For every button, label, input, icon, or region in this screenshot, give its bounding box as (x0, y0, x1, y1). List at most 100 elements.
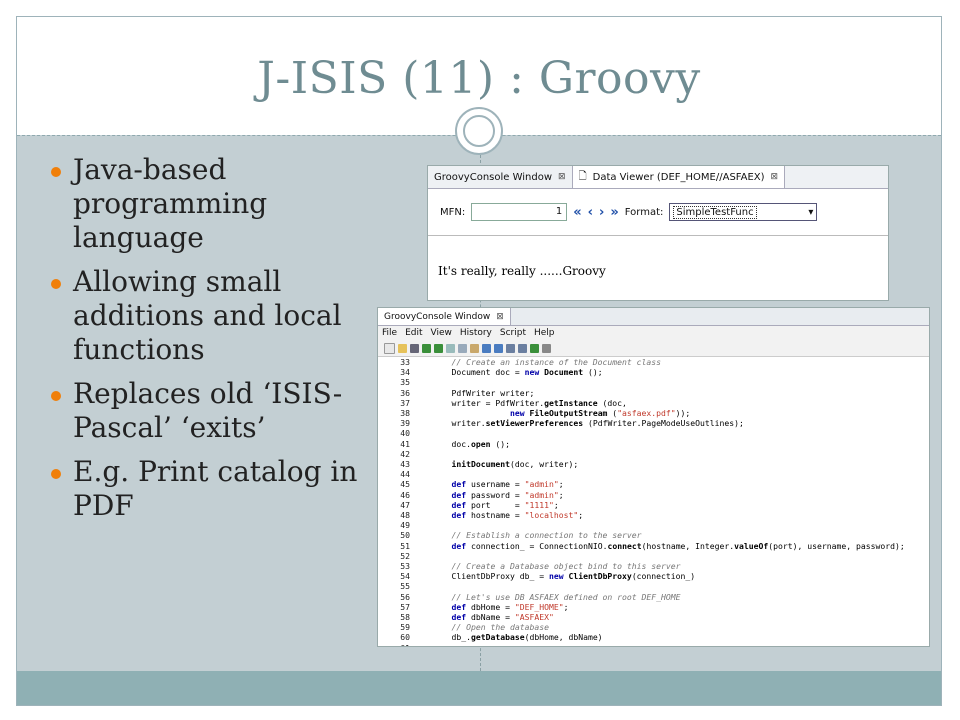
last-record-icon[interactable]: » (610, 205, 618, 220)
menu-bar: File Edit View History Script Help (378, 326, 929, 340)
footer-band (17, 671, 941, 705)
run-script-icon[interactable] (530, 343, 539, 353)
next-record-icon[interactable]: › (599, 205, 604, 220)
save-icon[interactable] (410, 343, 419, 353)
first-record-icon[interactable]: « (573, 205, 581, 220)
previous-record-icon[interactable]: ‹ (588, 205, 593, 220)
code-line: 51 def connection_ = ConnectionNIO.conne… (378, 541, 929, 551)
bullet-item: Java-based programming language (51, 153, 371, 255)
code-line: 47 def port = "1111"; (378, 500, 929, 510)
tab-groovy-console[interactable]: GroovyConsole Window ⊠ (378, 308, 511, 325)
code-line: 35 (378, 377, 929, 387)
code-line: 44 (378, 469, 929, 479)
new-file-icon[interactable] (384, 342, 395, 354)
code-line: 34 Document doc = new Document (); (378, 367, 929, 377)
format-value: SimpleTestFunc (673, 205, 757, 219)
line-number: 37 (400, 397, 410, 408)
copy-icon[interactable] (458, 343, 467, 353)
line-number: 33 (400, 357, 410, 367)
line-number: 34 (400, 367, 410, 378)
data-viewer-screenshot: GroovyConsole Window ⊠ 🗋 Data Viewer (DE… (427, 165, 889, 301)
code-text: // Create an instance of the Document cl… (432, 357, 662, 367)
format-label: Format: (624, 206, 664, 218)
line-number: 40 (400, 428, 410, 439)
code-line: 56 // Let's use DB ASFAEX defined on roo… (378, 592, 929, 602)
code-line: 61 (378, 643, 929, 646)
close-icon[interactable]: ⊠ (771, 172, 779, 182)
code-line: 38 new FileOutputStream ("asfaex.pdf")); (378, 408, 929, 418)
code-line: 58 def dbName = "ASFAEX" (378, 612, 929, 622)
tab-label: GroovyConsole Window (434, 171, 553, 183)
line-number: 36 (400, 387, 410, 398)
document-icon: 🗋 (578, 170, 587, 182)
line-number: 45 (400, 479, 410, 490)
code-text: // Let's use DB ASFAEX defined on root D… (432, 591, 681, 602)
code-text: def connection_ = ConnectionNIO.connect(… (451, 540, 905, 551)
close-icon[interactable]: ⊠ (558, 172, 566, 182)
code-text: writer.setViewerPreferences (PdfWriter.P… (432, 418, 744, 429)
mfn-input[interactable]: 1 (471, 203, 568, 221)
line-number: 42 (400, 448, 410, 459)
cut-icon[interactable] (446, 343, 455, 353)
console-toolbar (378, 340, 929, 357)
line-number: 35 (400, 377, 410, 388)
code-text: def password = "admin"; (451, 489, 564, 500)
code-text: def dbHome = "DEF_HOME"; (451, 601, 569, 612)
history-next-icon[interactable] (518, 343, 527, 353)
console-tabbar: GroovyConsole Window ⊠ (378, 308, 929, 326)
menu-script[interactable]: Script (500, 328, 526, 338)
line-number: 61 (378, 643, 432, 646)
code-line: 39 writer.setViewerPreferences (PdfWrite… (378, 418, 929, 428)
line-number: 52 (400, 550, 410, 561)
menu-view[interactable]: View (431, 328, 452, 338)
code-text: // Establish a connection to the server (432, 530, 642, 541)
line-number: 39 (400, 418, 410, 429)
menu-help[interactable]: Help (534, 328, 555, 338)
line-number: 38 (400, 408, 410, 419)
data-viewer-tabbar: GroovyConsole Window ⊠ 🗋 Data Viewer (DE… (428, 166, 888, 189)
menu-file[interactable]: File (382, 328, 397, 338)
undo-icon[interactable] (422, 343, 431, 353)
code-line: 50 // Establish a connection to the serv… (378, 530, 929, 540)
code-editor[interactable]: 33 // Create an instance of the Document… (378, 357, 929, 646)
code-text: Document doc = new Document (); (432, 367, 603, 378)
tab-groovy-console[interactable]: GroovyConsole Window ⊠ (428, 166, 573, 188)
line-number: 59 (400, 622, 410, 633)
code-line: 40 (378, 428, 929, 438)
line-number: 58 (400, 612, 410, 623)
code-line: 52 (378, 551, 929, 561)
line-number: 57 (400, 601, 410, 612)
clear-output-icon[interactable] (542, 343, 551, 353)
code-text: // Open the database (432, 622, 549, 633)
code-line: 60 db_.getDatabase(dbHome, dbName) (378, 632, 929, 642)
tab-data-viewer[interactable]: 🗋 Data Viewer (DEF_HOME//ASFAEX) ⊠ (572, 166, 786, 188)
code-line: 43 initDocument(doc, writer); (378, 459, 929, 469)
paste-icon[interactable] (470, 343, 479, 353)
open-folder-icon[interactable] (398, 343, 407, 353)
format-select[interactable]: SimpleTestFunc ▾ (669, 203, 818, 221)
redo-icon[interactable] (434, 343, 443, 353)
replace-icon[interactable] (494, 343, 503, 353)
code-text: ClientDbProxy db_ = new ClientDbProxy(co… (432, 571, 696, 582)
code-line: 59 // Open the database (378, 622, 929, 632)
menu-edit[interactable]: Edit (405, 328, 422, 338)
line-number: 50 (400, 530, 410, 541)
close-icon[interactable]: ⊠ (496, 312, 504, 322)
line-number: 47 (400, 499, 410, 510)
bullet-item: Replaces old ‘ISIS-Pascal’ ‘exits’ (51, 377, 371, 445)
find-icon[interactable] (482, 343, 491, 353)
line-number: 46 (400, 489, 410, 500)
chevron-down-icon[interactable]: ▾ (808, 207, 813, 218)
code-text: initDocument(doc, writer); (451, 459, 579, 470)
code-text: // Create a Database object bind to this… (432, 561, 681, 572)
code-line: 41 doc.open (); (378, 439, 929, 449)
code-line: 42 (378, 449, 929, 459)
code-line: 37 writer = PdfWriter.getInstance (doc, (378, 398, 929, 408)
slide-title: J-ISIS (11) : Groovy (257, 53, 701, 104)
menu-history[interactable]: History (460, 328, 492, 338)
line-number: 53 (400, 561, 410, 572)
line-number: 49 (400, 520, 410, 531)
code-line: 36 PdfWriter writer; (378, 388, 929, 398)
history-previous-icon[interactable] (506, 343, 515, 353)
line-number: 43 (400, 459, 410, 470)
